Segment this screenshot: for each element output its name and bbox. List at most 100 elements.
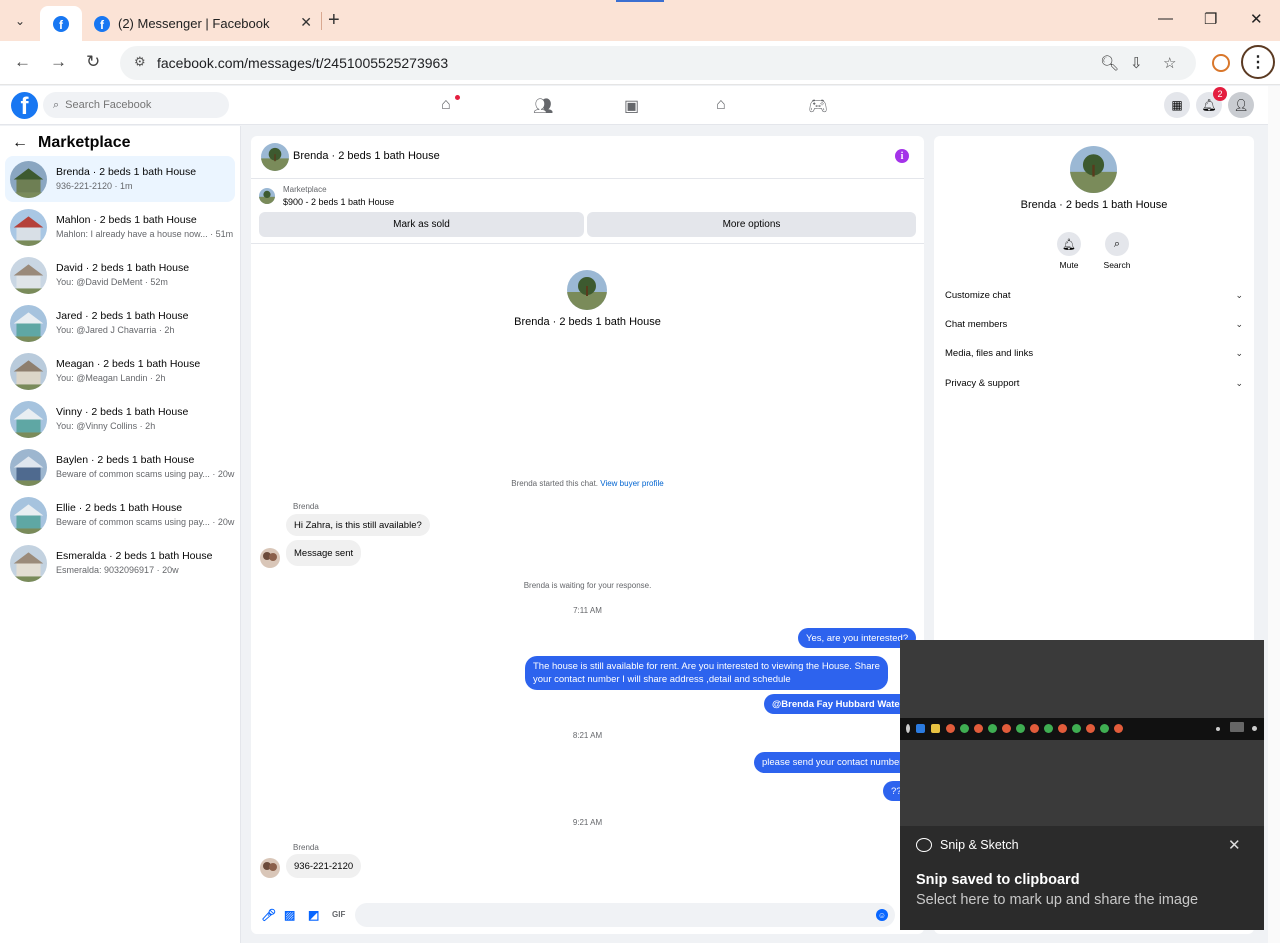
snip-app-name: Snip & Sketch [940, 838, 1019, 852]
url-text[interactable]: facebook.com/messages/t/2451005525273963 [157, 55, 448, 71]
preview-icon [1216, 727, 1220, 731]
back-arrow-icon[interactable]: ← [12, 134, 28, 152]
profile-icon[interactable] [1212, 54, 1230, 72]
chat-header-name[interactable]: Brenda · 2 beds 1 bath House [293, 150, 440, 162]
facebook-logo-icon[interactable]: f [11, 92, 38, 119]
search-conversation-button[interactable]: ⌕ Search [1097, 232, 1137, 270]
preview-icon [960, 724, 969, 733]
message-incoming[interactable]: Message sent [286, 540, 362, 566]
site-info-icon[interactable]: ⚙ [134, 54, 146, 70]
chat-panel: Brenda · 2 beds 1 bath House i Marketpla… [251, 136, 924, 934]
bell-icon: 🔔︎ [1057, 232, 1081, 256]
info-icon[interactable]: i [895, 149, 909, 163]
message-input[interactable] [355, 903, 895, 927]
home-icon[interactable]: ⌂ [441, 96, 451, 114]
chat-members-row[interactable]: Chat members ⌄ [945, 319, 1243, 330]
search-input[interactable] [65, 99, 216, 111]
snip-notification[interactable]: Snip & Sketch ✕ Snip saved to clipboard … [900, 640, 1264, 930]
menu-grid-icon[interactable]: ▦ [1164, 92, 1190, 118]
browser-toolbar: ← → ↻ ⚙ facebook.com/messages/t/24510055… [0, 41, 1280, 85]
marketplace-icon[interactable]: ⌂ [716, 96, 726, 114]
message-outgoing[interactable]: please send your contact number [754, 752, 911, 773]
conversation-item[interactable]: Vinny · 2 beds 1 bath House You: @Vinny C… [5, 396, 235, 442]
message-incoming[interactable]: 936-221-2120 [286, 854, 362, 878]
zoom-icon[interactable]: 🔍︎ [1100, 54, 1119, 72]
chat-hero-name: Brenda · 2 beds 1 bath House [514, 316, 661, 328]
forward-button[interactable]: → [50, 52, 67, 72]
conversation-item[interactable]: David · 2 beds 1 bath House You: @David D… [5, 252, 235, 298]
search-label: Search [1103, 260, 1131, 270]
customize-chat-row[interactable]: Customize chat ⌄ [945, 290, 1243, 301]
mute-label: Mute [1059, 260, 1079, 270]
conversation-preview: You: @Jared J Chavarria · 2h [56, 325, 175, 335]
minimize-button[interactable]: — [1158, 10, 1173, 27]
conversation-avatar [10, 497, 47, 534]
view-buyer-profile-link[interactable]: View buyer profile [600, 479, 663, 488]
info-avatar[interactable] [1070, 146, 1117, 193]
chat-hero-avatar[interactable] [567, 270, 607, 310]
privacy-support-row[interactable]: Privacy & support ⌄ [945, 378, 1243, 389]
conversation-item[interactable]: Baylen · 2 beds 1 bath House Beware of co… [5, 444, 235, 490]
snip-preview-image[interactable] [900, 640, 1264, 826]
conversation-avatar [10, 305, 47, 342]
conversation-name: Ellie · 2 beds 1 bath House [56, 502, 183, 514]
preview-icon [1230, 722, 1244, 732]
close-tab-icon[interactable]: ✕ [300, 14, 312, 31]
gaming-icon[interactable]: 🎮︎ [808, 96, 828, 116]
address-bar[interactable]: ⚙ facebook.com/messages/t/24510055252739… [120, 46, 1196, 80]
conversation-item[interactable]: Ellie · 2 beds 1 bath House Beware of com… [5, 492, 235, 538]
reload-button[interactable]: ↻ [86, 52, 100, 72]
close-window-button[interactable]: ✕ [1250, 10, 1263, 28]
tab-messenger[interactable]: f (2) Messenger | Facebook ✕ [84, 6, 322, 41]
conversation-item[interactable]: Brenda · 2 beds 1 bath House 936-221-2120… [5, 156, 235, 202]
conversation-item[interactable]: Jared · 2 beds 1 bath House You: @Jared J… [5, 300, 235, 346]
tab-search-button[interactable]: ⌄ [8, 9, 32, 33]
back-button[interactable]: ← [14, 52, 31, 72]
preview-icon [946, 724, 955, 733]
tab-facebook-pinned[interactable]: f [40, 6, 82, 41]
drag-indicator [616, 0, 664, 2]
conversation-item[interactable]: Mahlon · 2 beds 1 bath House Mahlon: I al… [5, 204, 235, 250]
facebook-search[interactable]: ⌕ [43, 92, 229, 118]
sticker-icon[interactable]: ◩ [308, 908, 319, 922]
mute-button[interactable]: 🔔︎ Mute [1049, 232, 1089, 270]
page-scrollbar[interactable] [1268, 86, 1280, 943]
photo-icon[interactable]: ▨ [284, 908, 295, 922]
listing-thumbnail[interactable] [259, 188, 275, 204]
conversation-avatar [10, 161, 47, 198]
snip-body: Select here to mark up and share the ima… [916, 892, 1199, 908]
restore-button[interactable]: ❐ [1204, 10, 1217, 28]
message-outgoing-mention[interactable]: @Brenda Fay Hubbard Water [764, 694, 912, 714]
message-line: The house is still available for rent. A… [533, 661, 880, 672]
notification-badge: 2 [1213, 87, 1227, 101]
chat-header-avatar[interactable] [261, 143, 289, 171]
conversation-item[interactable]: Esmeralda · 2 beds 1 bath House Esmeralda… [5, 540, 235, 586]
friends-icon[interactable]: 👥︎ [533, 96, 553, 116]
emoji-icon[interactable]: ☺ [876, 909, 888, 921]
facebook-header: f ⌕ ⌂ 👥︎ ▣ ⌂ 🎮︎ ▦ 🔔︎ 👤︎ [0, 86, 1268, 125]
message-outgoing[interactable]: Yes, are you interested? [798, 628, 917, 648]
message-outgoing[interactable]: The house is still available for rent. A… [525, 656, 888, 690]
chevron-down-icon: ⌄ [1235, 319, 1243, 329]
search-icon: ⌕ [1105, 232, 1129, 256]
close-icon[interactable]: ✕ [1228, 836, 1241, 854]
info-name: Brenda · 2 beds 1 bath House [1020, 199, 1168, 211]
conversation-item[interactable]: Meagan · 2 beds 1 bath House You: @Meagan… [5, 348, 235, 394]
bookmark-star-icon[interactable]: ☆ [1163, 54, 1176, 72]
more-options-button[interactable]: More options [587, 212, 916, 237]
new-tab-button[interactable]: + [328, 9, 340, 31]
gif-icon[interactable]: GIF [332, 910, 345, 919]
message-incoming[interactable]: Hi Zahra, is this still available? [286, 514, 430, 536]
tab-divider [321, 12, 322, 30]
listing-title[interactable]: $900 - 2 beds 1 bath House [283, 197, 394, 207]
microphone-icon[interactable]: 🎤︎ [261, 908, 276, 922]
conversation-name: Meagan · 2 beds 1 bath House [56, 358, 201, 370]
mark-as-sold-button[interactable]: Mark as sold [259, 212, 584, 237]
media-files-row[interactable]: Media, files and links ⌄ [945, 348, 1243, 359]
browser-menu-icon[interactable]: ⋮ [1241, 45, 1275, 79]
install-app-icon[interactable]: ⇩ [1130, 54, 1143, 72]
account-avatar[interactable]: 👤︎ [1228, 92, 1254, 118]
chat-started-notice: Brenda started this chat. View buyer pro… [251, 479, 924, 488]
video-icon[interactable]: ▣ [624, 96, 639, 116]
conversation-preview: You: @David DeMent · 52m [56, 277, 168, 287]
